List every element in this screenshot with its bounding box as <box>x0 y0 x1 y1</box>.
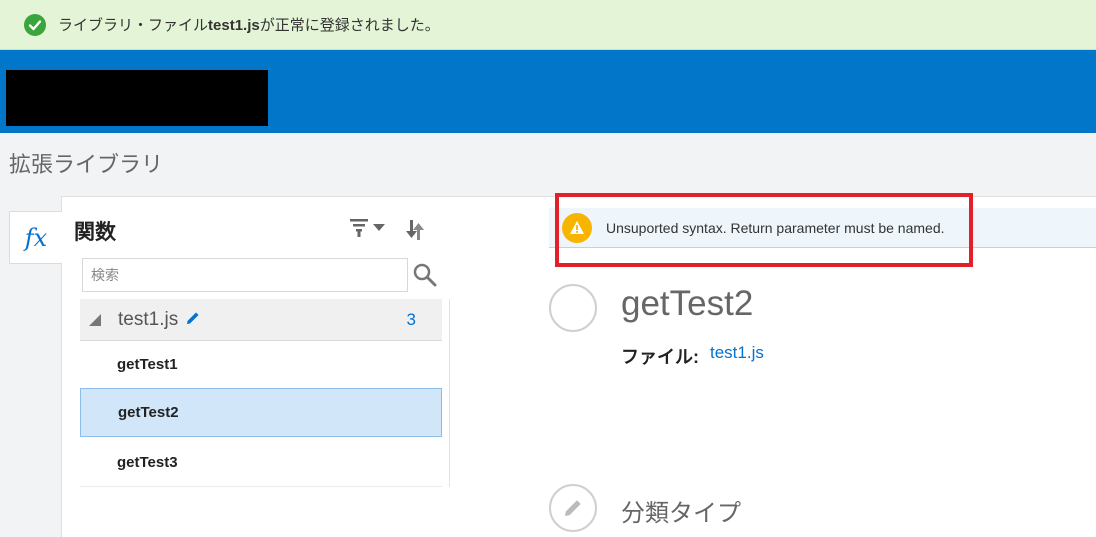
functions-title: 関数 <box>74 221 116 244</box>
edit-section-button[interactable] <box>549 484 597 532</box>
warning-message: Unsuported syntax. Return parameter must… <box>606 219 945 236</box>
filter-button[interactable] <box>349 217 385 239</box>
tab-functions[interactable]: fx <box>9 211 62 264</box>
list-item-gettest1[interactable]: getTest1 <box>80 340 442 389</box>
check-circle-icon <box>24 13 46 36</box>
collapse-triangle-icon[interactable] <box>89 313 101 326</box>
pencil-icon[interactable] <box>186 309 200 331</box>
detail-title: getTest2 <box>621 284 754 323</box>
tree-scrollbar[interactable] <box>449 299 450 487</box>
page-title: 拡張ライブラリ <box>9 152 164 177</box>
search-icon <box>413 263 437 287</box>
notification-filename: test1.js <box>208 17 260 34</box>
warning-icon <box>562 212 592 243</box>
fx-icon: fx <box>24 223 48 252</box>
function-status-circle <box>549 284 597 332</box>
app-header <box>0 50 1096 133</box>
sort-button[interactable] <box>403 218 427 247</box>
search-button[interactable] <box>412 262 438 288</box>
success-notification: ライブラリ・ファイルtest1.jsが正常に登録されました。 <box>0 0 1096 50</box>
list-item-gettest2[interactable]: getTest2 <box>80 388 442 437</box>
file-label: ファイル: <box>621 347 699 367</box>
warning-banner: Unsuported syntax. Return parameter must… <box>549 208 1096 248</box>
tree-file-node[interactable]: test1.js 3 <box>80 299 442 341</box>
list-item-label: getTest1 <box>117 355 178 373</box>
filter-icon <box>350 219 368 237</box>
search-input[interactable] <box>82 258 408 292</box>
chevron-down-icon <box>373 224 385 231</box>
list-item-label: getTest3 <box>117 453 178 471</box>
notification-message: ライブラリ・ファイルtest1.jsが正常に登録されました。 <box>58 17 440 34</box>
function-count: 3 <box>406 309 416 329</box>
pencil-icon <box>565 500 581 516</box>
file-link[interactable]: test1.js <box>710 343 764 363</box>
redacted-logo <box>6 70 268 126</box>
list-item-label: getTest2 <box>118 404 179 421</box>
classification-type-heading: 分類タイプ <box>621 500 741 527</box>
list-item-gettest3[interactable]: getTest3 <box>80 438 442 487</box>
file-node-label: test1.js <box>118 308 179 330</box>
sort-icon <box>406 220 424 240</box>
